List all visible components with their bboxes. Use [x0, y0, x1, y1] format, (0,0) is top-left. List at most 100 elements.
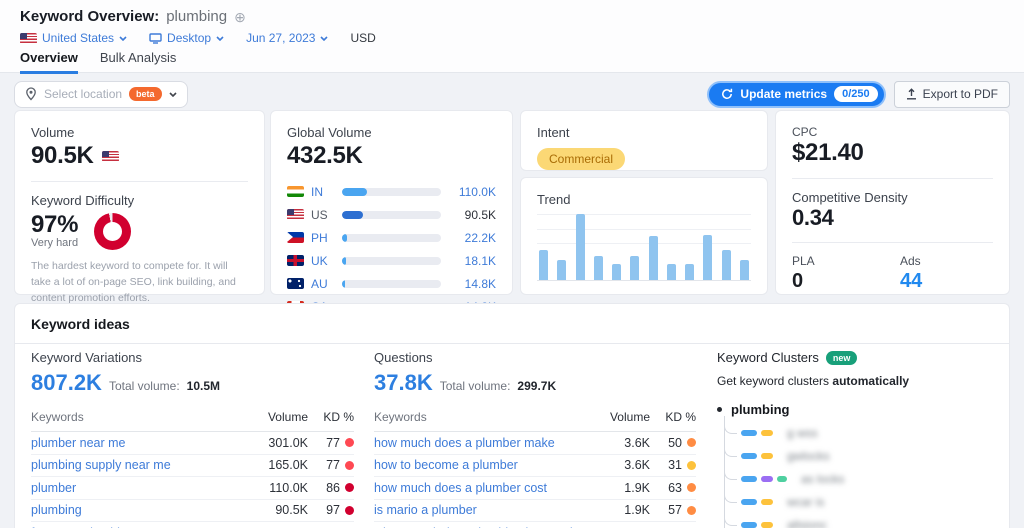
volume-bar [342, 233, 348, 242]
competitive-density-label: Competitive Density [792, 190, 908, 205]
keyword-link[interactable]: how to become a plumber [374, 458, 588, 472]
device-filter[interactable]: Desktop [149, 31, 224, 45]
table-row: plumbing supply near me 165.0K 77 [31, 455, 354, 477]
keyword-link[interactable]: plumbing supply near me [31, 458, 246, 472]
cluster-segment [777, 475, 787, 482]
volume-bar-track [342, 233, 441, 242]
keyword-clusters-section: Keyword Clusters new Get keyword cluster… [717, 350, 997, 528]
cluster-item[interactable]: g wss [724, 420, 997, 444]
country-filter[interactable]: United States [20, 31, 127, 45]
keyword-link[interactable]: how much does a plumber cost [374, 481, 588, 495]
chevron-down-icon [216, 35, 224, 41]
device-filter-label: Desktop [167, 31, 212, 45]
global-volume-row: AU 14.8K [287, 272, 496, 295]
keyword-link[interactable]: plumber near me [31, 436, 246, 450]
table-row: plumbing 90.5K 97 [31, 500, 354, 522]
variations-label: Keyword Variations [31, 350, 143, 365]
update-metrics-button[interactable]: Update metrics 0/250 [707, 80, 886, 108]
page-keyword: plumbing [166, 8, 228, 25]
country-volume-link[interactable]: 14.8K [448, 277, 496, 291]
trend-card: Trend [520, 177, 768, 295]
cluster-segment [741, 521, 757, 528]
intent-badge: Commercial [537, 148, 626, 170]
toolbar-right: Update metrics 0/250 Export to PDF [707, 80, 1010, 108]
cluster-root-label: plumbing [731, 402, 790, 417]
trend-label: Trend [537, 192, 571, 207]
country-code-link[interactable]: AU [311, 277, 335, 291]
cluster-item[interactable]: allsionc [724, 512, 997, 528]
keyword-variations-section: Keyword Variations 807.2K Total volume: … [31, 350, 354, 528]
keyword-volume: 1.9K [624, 503, 650, 518]
keyword-kd: 57 [668, 503, 682, 518]
cluster-label-blurred: gwlocks [787, 448, 830, 463]
date-filter[interactable]: Jun 27, 2023 [246, 31, 329, 45]
title-row: Keyword Overview: plumbing ⊕ [20, 8, 246, 25]
variations-count-link[interactable]: 807.2K [31, 370, 102, 396]
page-title: Keyword Overview: [20, 8, 160, 25]
country-code-link[interactable]: IN [311, 185, 335, 199]
country-code-link[interactable]: PH [311, 231, 335, 245]
volume-bar [342, 256, 347, 265]
us-flag-icon [287, 209, 304, 220]
keyword-link[interactable]: plumber [31, 481, 246, 495]
questions-count-link[interactable]: 37.8K [374, 370, 433, 396]
volume-bar-track [342, 187, 441, 196]
difficulty-donut-gauge [94, 213, 132, 250]
cluster-segment [741, 452, 757, 459]
keyword-kd: 63 [668, 480, 682, 495]
trend-bar-chart [537, 214, 751, 281]
table-row: plumber near me 301.0K 77 [31, 432, 354, 455]
us-flag-icon [101, 150, 119, 162]
questions-section: Questions 37.8K Total volume: 299.7K Key… [374, 350, 696, 528]
keyword-volume: 90.5K [275, 503, 308, 518]
kd-dot [687, 483, 696, 493]
chevron-down-icon [168, 91, 177, 97]
cluster-label-blurred: g wss [787, 425, 818, 440]
cluster-item[interactable]: as locks [724, 466, 997, 490]
pla-label: PLA [792, 254, 815, 268]
cluster-segment [741, 498, 757, 505]
intent-card: Intent Commercial [520, 110, 768, 171]
cluster-item[interactable]: wcar is [724, 489, 997, 513]
keyword-difficulty-level: Very hard [31, 237, 79, 249]
export-pdf-button[interactable]: Export to PDF [893, 80, 1010, 108]
add-keyword-icon[interactable]: ⊕ [234, 10, 246, 24]
tabs: Overview Bulk Analysis [20, 50, 176, 74]
kd-dot [687, 438, 696, 448]
ads-value-link[interactable]: 44 [900, 270, 922, 293]
global-volume-row: US 90.5K [287, 203, 496, 226]
currency-label: USD [350, 31, 376, 45]
country-volume: 90.5K [464, 207, 496, 222]
trend-bar [703, 235, 713, 280]
global-volume-row: UK 18.1K [287, 249, 496, 272]
volume-bar [342, 210, 363, 219]
cluster-tree: plumbing g wss gwlocks as locks wcar is … [717, 402, 997, 528]
keyword-link[interactable]: plumbing [31, 503, 246, 517]
trend-bar [648, 235, 658, 280]
keyword-kd: 97 [326, 503, 340, 518]
tab-bulk-analysis[interactable]: Bulk Analysis [100, 50, 177, 74]
keyword-volume: 3.6K [624, 435, 650, 450]
select-location-dropdown[interactable]: Select location beta [14, 80, 188, 108]
country-volume-link[interactable]: 110.0K [448, 185, 496, 199]
cpc-value: $21.40 [792, 139, 864, 166]
keyword-kd: 77 [326, 435, 340, 450]
global-volume-row: PH 22.2K [287, 226, 496, 249]
new-badge: new [825, 350, 858, 365]
tab-overview[interactable]: Overview [20, 50, 78, 74]
kd-dot [687, 460, 696, 470]
global-volume-value: 432.5K [287, 142, 363, 169]
date-filter-label: Jun 27, 2023 [246, 31, 316, 45]
country-code-link[interactable]: UK [311, 254, 335, 268]
keyword-ideas-title: Keyword ideas [15, 316, 1009, 344]
country-code: US [311, 207, 328, 222]
pla-value: 0 [792, 270, 804, 292]
col-header-kd: KD % [665, 410, 696, 424]
keyword-link[interactable]: how much does a plumber make [374, 436, 588, 450]
col-header-volume: Volume [609, 410, 650, 424]
country-volume-link[interactable]: 18.1K [448, 254, 496, 268]
volume-label: Volume [31, 125, 75, 140]
keyword-link[interactable]: is mario a plumber [374, 503, 588, 517]
country-volume-link[interactable]: 22.2K [448, 231, 496, 245]
cluster-item[interactable]: gwlocks [724, 443, 997, 467]
